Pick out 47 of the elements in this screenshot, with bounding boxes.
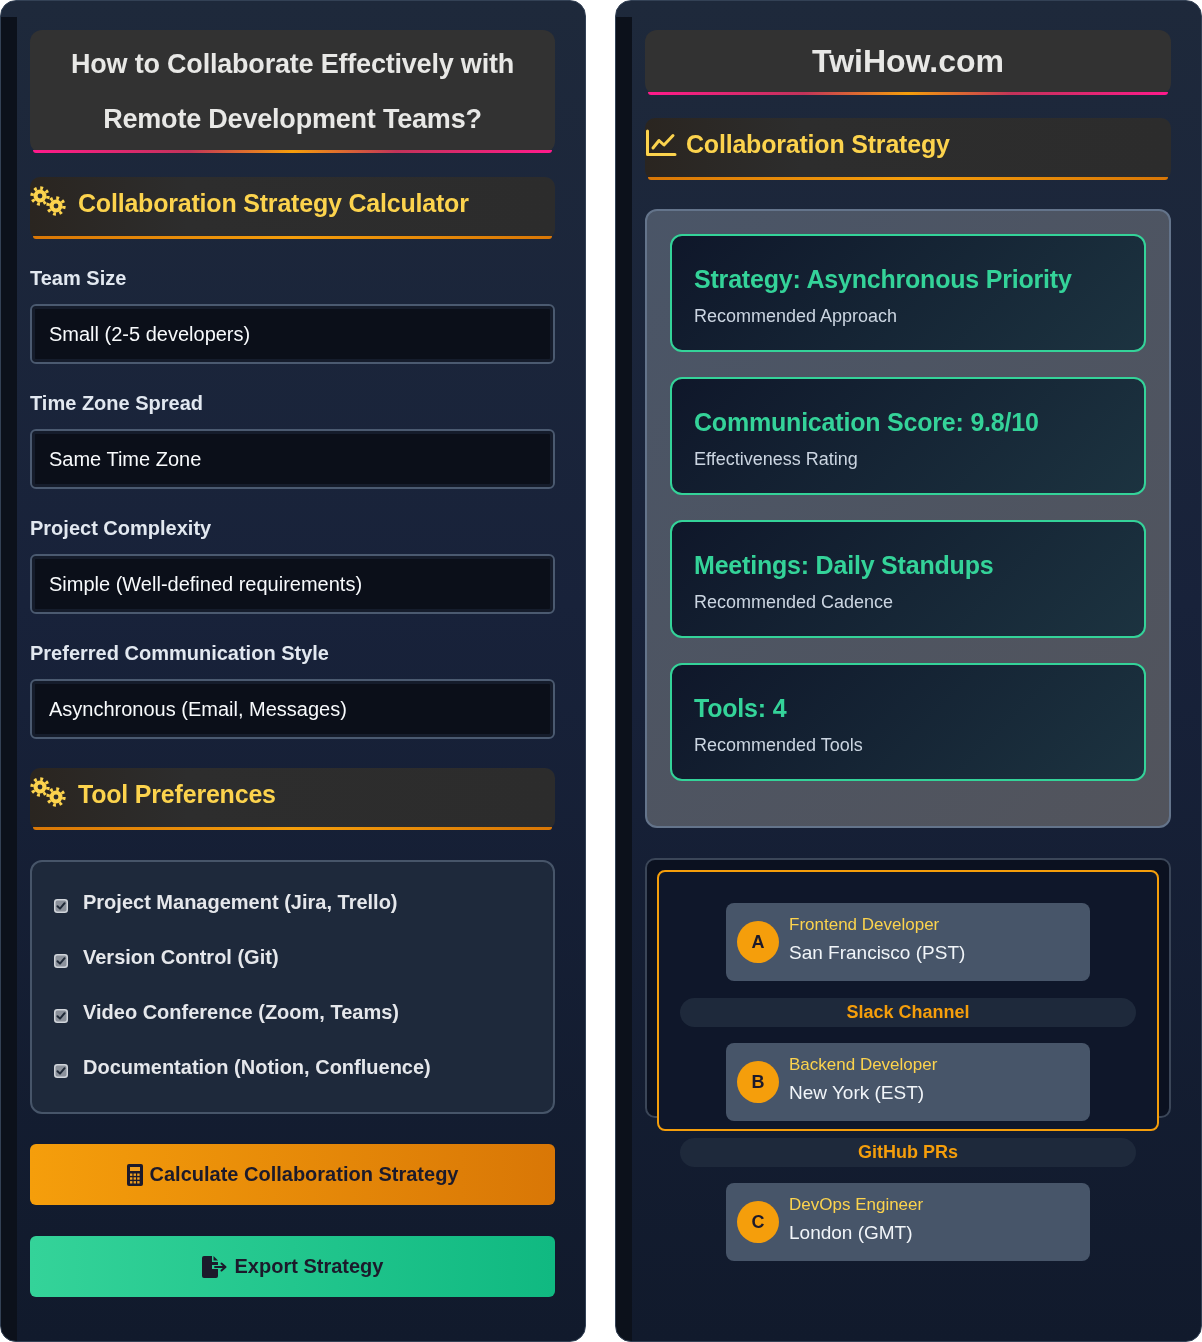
field-label: Team Size xyxy=(30,266,128,290)
section-title: Collaboration Strategy Calculator xyxy=(78,188,469,219)
member-location: San Francisco (PST) xyxy=(789,941,966,965)
member-role: Frontend Developer xyxy=(789,914,941,936)
checkbox[interactable] xyxy=(54,953,68,968)
select-field[interactable]: Same Time Zone xyxy=(30,429,555,489)
file-export-icon xyxy=(201,1255,228,1278)
result-caption: Recommended Cadence xyxy=(694,591,895,614)
select-field[interactable]: Asynchronous (Email, Messages) xyxy=(30,679,555,739)
member-location: New York (EST) xyxy=(789,1081,926,1105)
checkbox[interactable] xyxy=(54,1008,68,1023)
member-role: DevOps Engineer xyxy=(789,1194,924,1216)
section-title: Tool Preferences xyxy=(78,779,276,810)
checkbox-label: Project Management (Jira, Trello) xyxy=(83,890,398,914)
member-role: Backend Developer xyxy=(789,1054,938,1076)
page-title: How to Collaborate Effectively with Remote Development Teams? xyxy=(69,48,516,136)
channel-label: GitHub PRs xyxy=(680,1137,1136,1167)
field-label: Preferred Communication Style xyxy=(30,641,330,665)
section-title: Collaboration Strategy xyxy=(686,129,950,160)
checkbox-label: Video Conference (Zoom, Teams) xyxy=(83,1000,399,1024)
result-caption: Recommended Approach xyxy=(694,305,899,328)
result-caption: Effectiveness Rating xyxy=(694,448,859,471)
calculate-button[interactable]: Calculate Collaboration Strategy xyxy=(30,1144,555,1205)
field-label: Project Complexity xyxy=(30,516,213,540)
export-button[interactable]: Export Strategy xyxy=(30,1236,555,1297)
gears-icon xyxy=(30,777,66,807)
member-location: London (GMT) xyxy=(789,1221,914,1245)
member-avatar: B xyxy=(737,1061,779,1103)
member-avatar: C xyxy=(737,1201,779,1243)
checkbox[interactable] xyxy=(54,898,68,913)
calculator-icon xyxy=(126,1163,143,1186)
result-title: Strategy: Asynchronous Priority xyxy=(694,264,1073,295)
result-caption: Recommended Tools xyxy=(694,734,864,757)
select-field[interactable]: Small (2-5 developers) xyxy=(30,304,555,364)
member-avatar: A xyxy=(737,921,779,963)
checkbox-label: Version Control (Git) xyxy=(83,945,279,969)
result-title: Meetings: Daily Standups xyxy=(694,550,995,581)
gears-icon xyxy=(30,186,66,216)
select-field[interactable]: Simple (Well-defined requirements) xyxy=(30,554,555,614)
result-title: Tools: 4 xyxy=(694,693,788,724)
checkbox[interactable] xyxy=(54,1063,68,1078)
channel-label: Slack Channel xyxy=(680,997,1136,1027)
line-chart-icon xyxy=(645,129,677,157)
result-title: Communication Score: 9.8/10 xyxy=(694,407,1040,438)
field-label: Time Zone Spread xyxy=(30,391,204,415)
site-title: TwiHow.com xyxy=(811,42,1005,80)
checkbox-label: Documentation (Notion, Confluence) xyxy=(83,1055,431,1079)
